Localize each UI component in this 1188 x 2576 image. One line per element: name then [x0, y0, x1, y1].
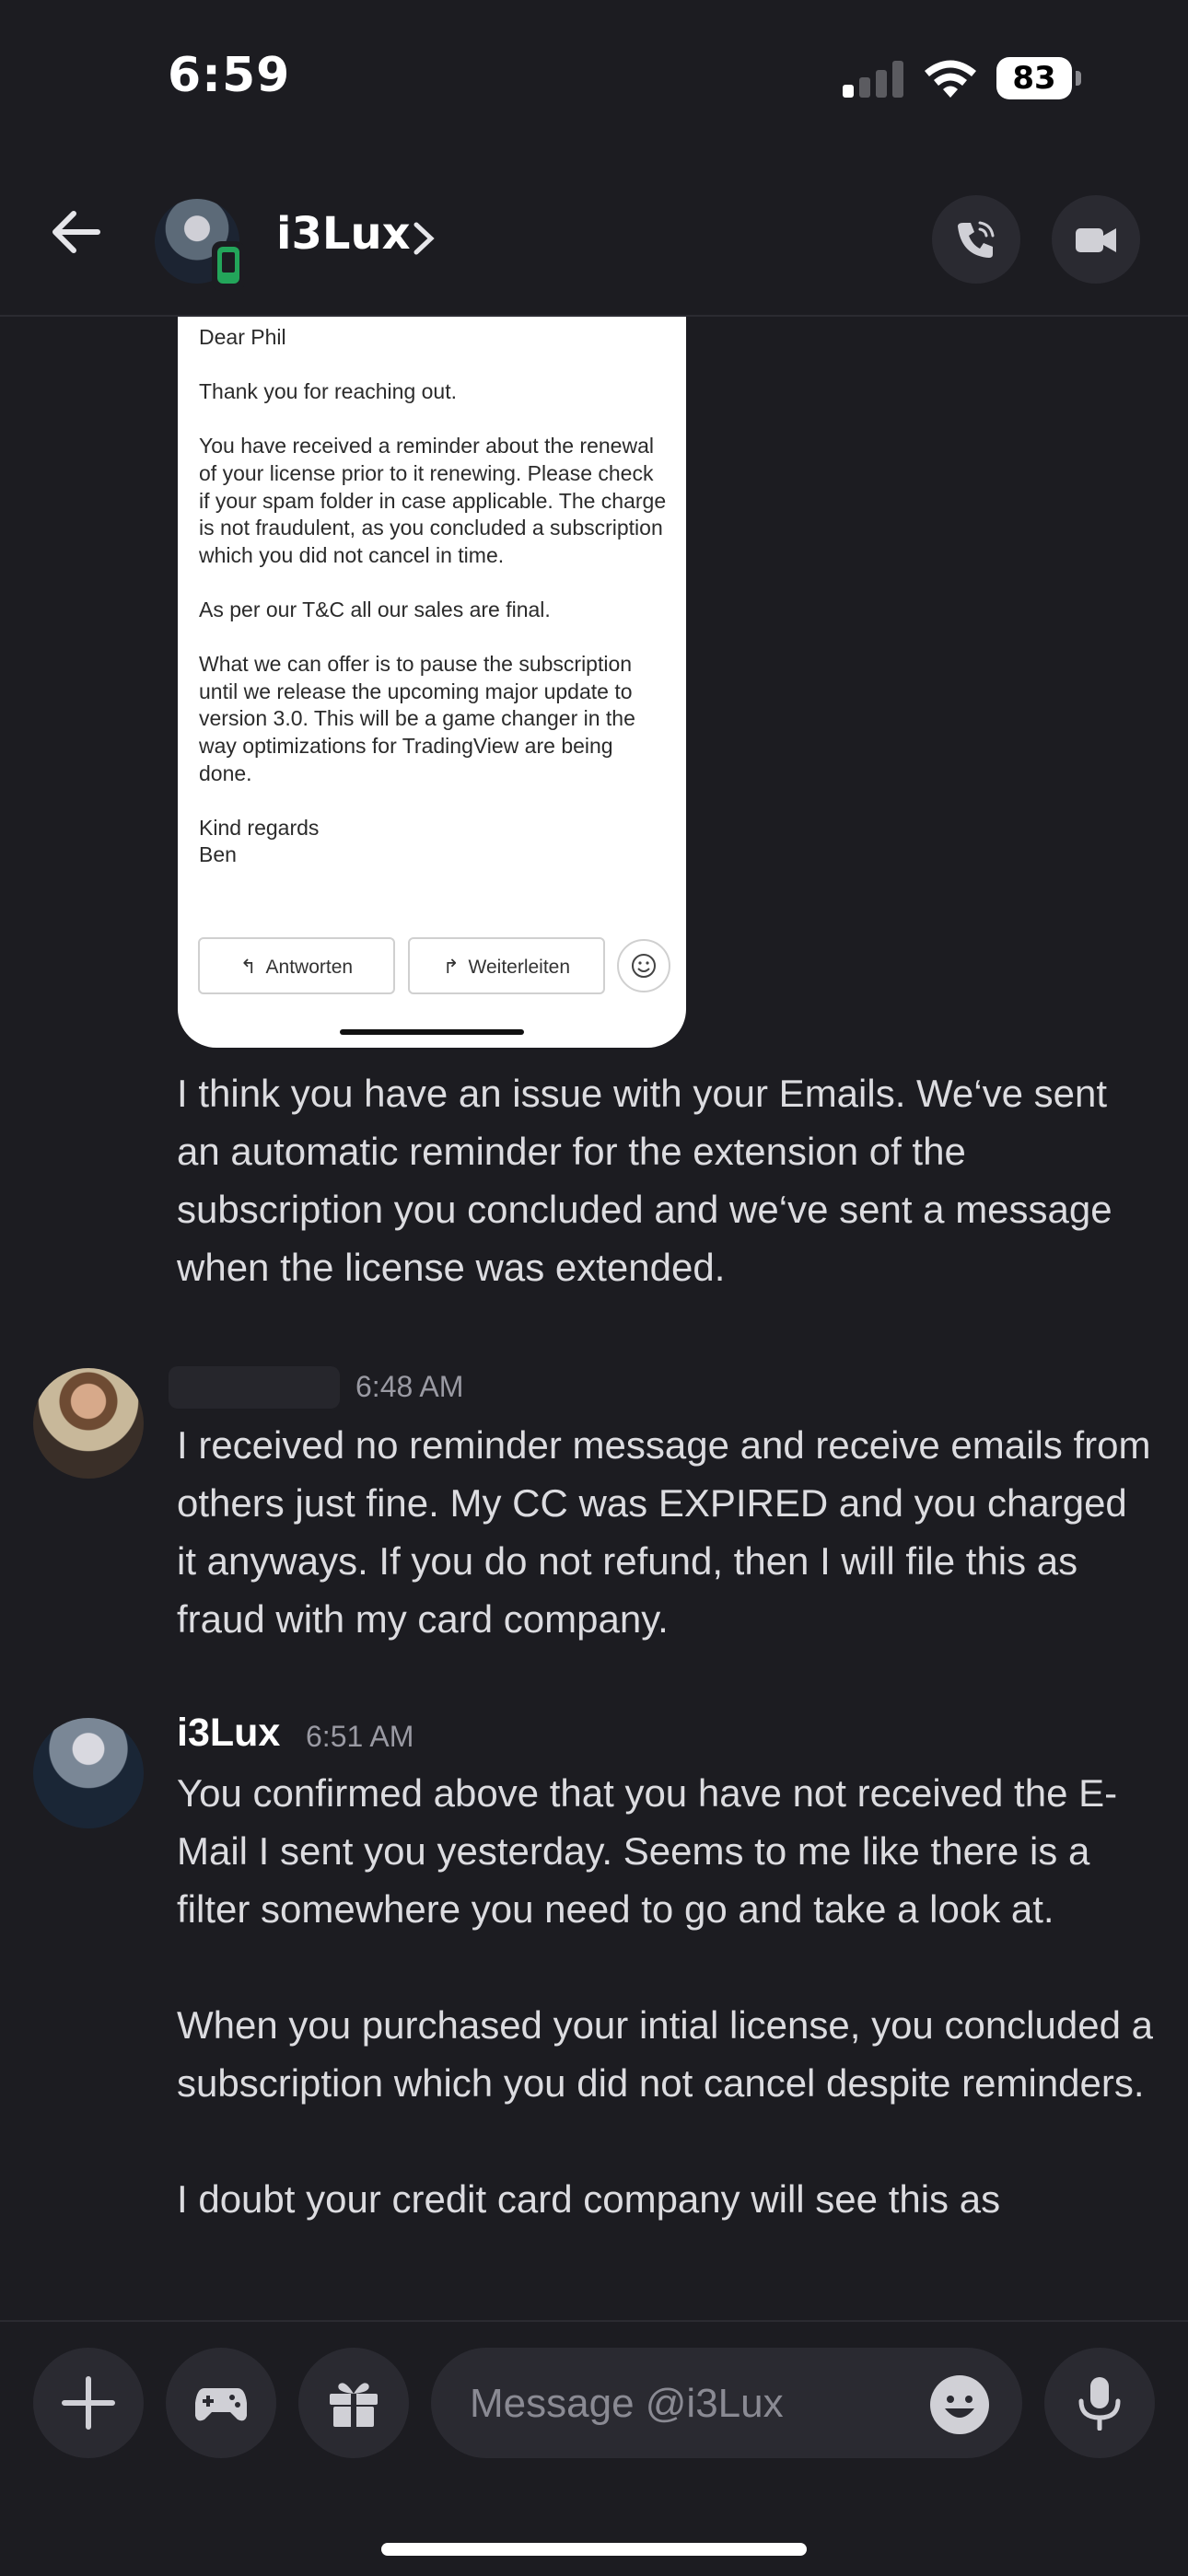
status-time: 6:59	[168, 48, 291, 103]
mobile-online-icon	[212, 241, 245, 291]
voice-call-button[interactable]	[932, 195, 1020, 284]
reply-arrow-icon: ↰	[239, 957, 257, 978]
email-paragraph: As per our T&C all our sales are final.	[199, 597, 551, 621]
message-timestamp: 6:51 AM	[306, 1720, 414, 1753]
avatar[interactable]	[33, 1718, 144, 1828]
status-bar: 6:59 83	[0, 0, 1188, 157]
reply-button[interactable]: ↰ Antworten	[198, 937, 395, 994]
redacted-username	[169, 1366, 340, 1409]
email-greeting: Dear Phil	[199, 325, 286, 349]
message-content: I think you have an issue with your Emai…	[177, 1064, 1153, 1354]
reply-label: Antworten	[265, 957, 354, 978]
avatar[interactable]	[33, 1368, 144, 1479]
message-input-placeholder: Message @i3Lux	[470, 2381, 784, 2426]
recipient-name[interactable]: i3Lux	[276, 208, 411, 260]
battery-icon: 83	[996, 57, 1081, 99]
message-timestamp: 6:48 AM	[355, 1370, 464, 1403]
chevron-right-icon[interactable]	[411, 221, 437, 256]
emoji-reaction-button[interactable]	[617, 939, 670, 992]
forward-arrow-icon: ↱	[442, 957, 460, 978]
back-arrow-icon[interactable]	[46, 203, 105, 261]
email-paragraph: What we can offer is to pause the subscr…	[199, 652, 635, 785]
phone-call-icon	[958, 221, 995, 258]
email-paragraph: Thank you for reaching out.	[199, 379, 457, 404]
chat-header: i3Lux	[0, 157, 1188, 317]
gift-icon	[330, 2383, 378, 2427]
attach-button[interactable]	[33, 2348, 144, 2458]
message-author[interactable]: i3Lux	[177, 1711, 280, 1756]
forward-label: Weiterleiten	[468, 957, 571, 978]
message-content: You confirmed above that you have not re…	[177, 1764, 1153, 2286]
email-closing: Kind regards	[199, 815, 320, 840]
message-content: I received no reminder message and recei…	[177, 1416, 1153, 1706]
email-body: Dear Phil Thank you for reaching out. Yo…	[199, 324, 669, 869]
plus-icon	[62, 2376, 115, 2430]
forward-button[interactable]: ↱ Weiterleiten	[408, 937, 605, 994]
message-paragraph: You confirmed above that you have not re…	[177, 1771, 1118, 1931]
gamepad-icon	[195, 2388, 247, 2421]
email-signature: Ben	[199, 842, 237, 867]
activities-button[interactable]	[166, 2348, 276, 2458]
wifi-icon	[925, 60, 976, 98]
message-paragraph: I received no reminder message and recei…	[177, 1423, 1151, 1641]
cellular-signal-icon	[843, 61, 907, 98]
email-paragraph: You have received a reminder about the r…	[199, 434, 667, 567]
message-paragraph: I doubt your credit card company will se…	[177, 2177, 1001, 2221]
screenshot-home-indicator	[340, 1029, 524, 1035]
emoji-icon[interactable]	[930, 2375, 989, 2434]
home-indicator	[381, 2543, 807, 2556]
message-paragraph: When you purchased your intial license, …	[177, 2003, 1153, 2105]
voice-message-button[interactable]	[1044, 2348, 1155, 2458]
email-screenshot-attachment[interactable]: Dear Phil Thank you for reaching out. Yo…	[178, 317, 686, 1048]
gift-button[interactable]	[298, 2348, 409, 2458]
message-composer: Message @i3Lux	[0, 2320, 1188, 2576]
message-input[interactable]: Message @i3Lux	[431, 2348, 1022, 2458]
smiley-icon	[632, 954, 656, 978]
message-list[interactable]: Dear Phil Thank you for reaching out. Yo…	[0, 317, 1188, 2320]
video-call-button[interactable]	[1052, 195, 1140, 284]
message-paragraph: I think you have an issue with your Emai…	[177, 1072, 1112, 1289]
microphone-icon	[1078, 2377, 1121, 2431]
video-camera-icon	[1076, 228, 1116, 252]
